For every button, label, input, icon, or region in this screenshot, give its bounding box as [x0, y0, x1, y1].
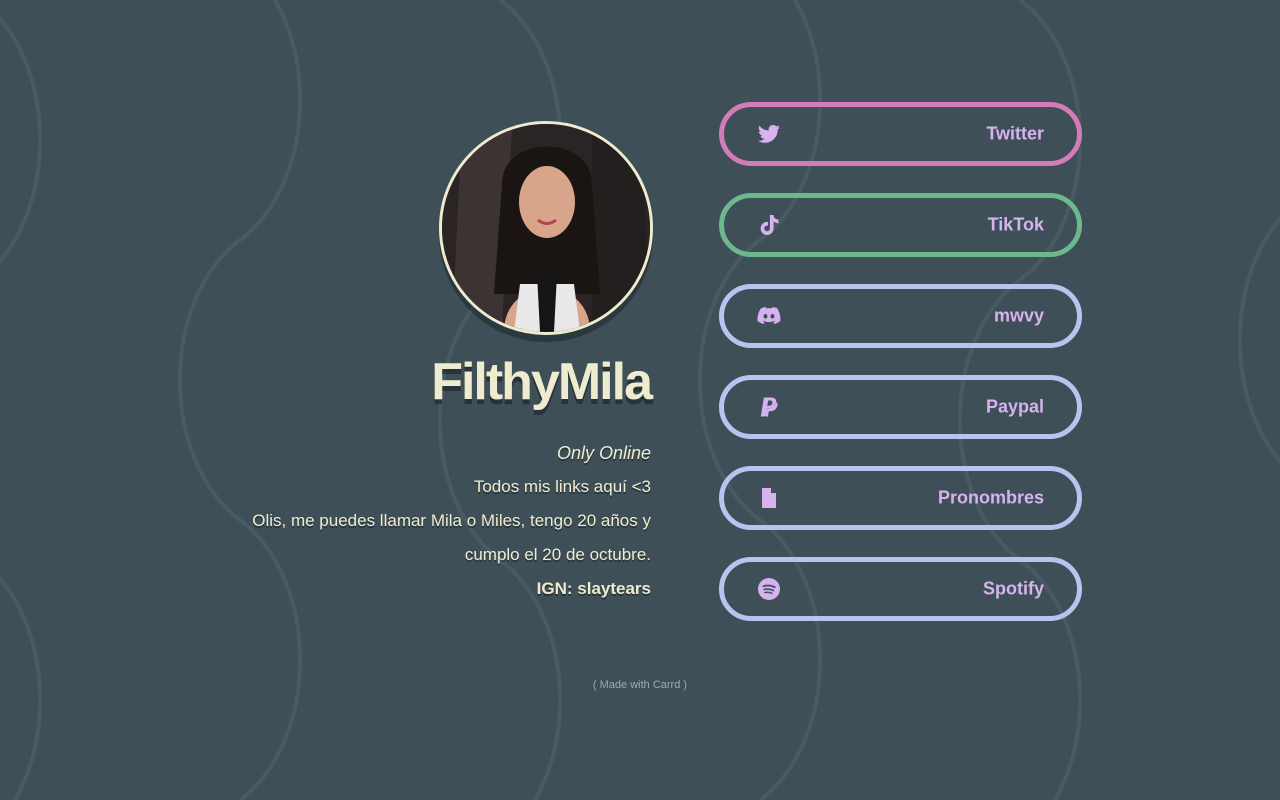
spotify-icon	[756, 576, 782, 602]
avatar	[439, 121, 653, 335]
links-list: Twitter TikTok mwvy Paypal Pronombres Sp…	[719, 102, 1082, 648]
twitter-icon	[756, 121, 782, 147]
discord-icon	[756, 303, 782, 329]
link-label: Pronombres	[937, 487, 1044, 508]
link-label: Spotify	[983, 578, 1044, 599]
bio-text-line2: cumplo el 20 de octubre.	[464, 545, 651, 564]
tiktok-link-button[interactable]: TikTok	[719, 193, 1082, 257]
tagline-text: Todos mis links aquí <3	[473, 477, 651, 496]
discord-link-button[interactable]: mwvy	[719, 284, 1082, 348]
link-label: Twitter	[986, 123, 1044, 144]
spotify-link-button[interactable]: Spotify	[719, 557, 1082, 621]
link-label: TikTok	[987, 214, 1044, 235]
profile-name: FilthyMila	[431, 353, 653, 411]
paypal-icon	[756, 394, 782, 420]
made-with-carrd-link[interactable]: ( Made with Carrd )	[0, 679, 1280, 691]
tiktok-icon	[756, 212, 782, 238]
avatar-image	[442, 124, 650, 332]
profile-bio: Only Online Todos mis links aquí <3 Olis…	[200, 436, 651, 606]
twitter-link-button[interactable]: Twitter	[719, 102, 1082, 166]
paypal-link-button[interactable]: Paypal	[719, 375, 1082, 439]
pronombres-link-button[interactable]: Pronombres	[719, 466, 1082, 530]
status-text: Only Online	[556, 443, 651, 463]
bio-text-line1: Olis, me puedes llamar Mila o Miles, ten…	[252, 511, 651, 530]
ign-text: IGN: slaytears	[536, 579, 651, 598]
link-label: mwvy	[993, 305, 1044, 326]
document-icon	[756, 485, 782, 511]
link-label: Paypal	[985, 396, 1044, 417]
